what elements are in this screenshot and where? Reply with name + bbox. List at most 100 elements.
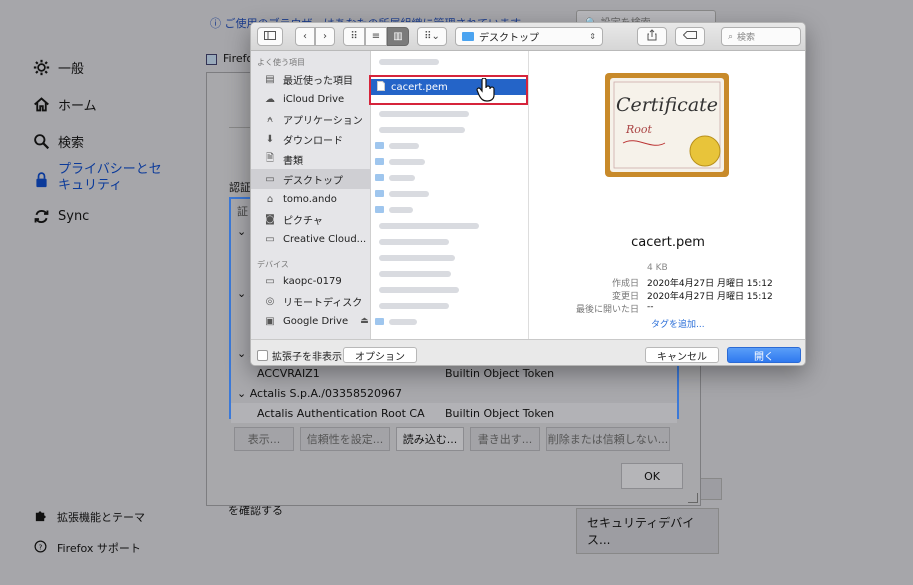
- disc-icon: ◎: [265, 295, 275, 307]
- sidebar-item-documents[interactable]: 🗎 書類: [251, 149, 371, 169]
- document-icon: 🗎: [265, 152, 275, 164]
- section-label: 認証: [229, 181, 251, 194]
- background-button[interactable]: [700, 478, 722, 500]
- blurred-folder-icon: [375, 174, 384, 181]
- import-button[interactable]: 読み込む...: [396, 427, 464, 451]
- tag-button[interactable]: [675, 27, 705, 46]
- nav-addons[interactable]: 拡張機能とテーマ: [34, 509, 145, 525]
- tag-icon: [682, 31, 697, 42]
- add-tags-link[interactable]: タグを追加...: [651, 317, 705, 330]
- nav-privacy[interactable]: プライバシーとセキュリティ: [32, 162, 168, 194]
- blurred-folder-icon: [375, 190, 384, 197]
- home-icon: ⌂: [266, 193, 274, 205]
- chevron-down-icon[interactable]: ⌄: [237, 287, 246, 300]
- sheet-footer: 拡張子を非表示 オプション キャンセル 開く: [251, 339, 805, 365]
- certificate-icon: Certificate Root: [605, 73, 729, 177]
- chevron-right-icon: ›: [323, 31, 327, 42]
- columns-icon: ▥: [393, 31, 403, 42]
- blurred-file[interactable]: [389, 159, 425, 165]
- home-icon: [32, 96, 50, 114]
- blurred-file[interactable]: [379, 127, 465, 133]
- blurred-file[interactable]: [379, 255, 455, 261]
- blurred-file[interactable]: [379, 59, 439, 65]
- sidebar-item-home[interactable]: ⌂ tomo.ando: [251, 189, 371, 209]
- cancel-button[interactable]: キャンセル: [645, 347, 719, 363]
- blurred-folder-icon: [375, 318, 384, 325]
- desktop-icon: ▭: [265, 173, 275, 185]
- blurred-file[interactable]: [389, 191, 429, 197]
- sidebar-item-pictures[interactable]: ◙ ピクチャ: [251, 209, 371, 229]
- open-button[interactable]: 開く: [727, 347, 801, 363]
- chevron-left-icon: ‹: [303, 31, 307, 42]
- tree-cert-row[interactable]: ACCVRAIZ1 Builtin Object Token: [231, 363, 677, 383]
- sidebar-item-creative-cloud[interactable]: ▭ Creative Cloud...: [251, 229, 371, 249]
- nav-sync[interactable]: Sync: [32, 207, 89, 225]
- tree-group-row[interactable]: ⌄ Actalis S.p.A./03358520967: [231, 383, 677, 403]
- chevron-down-icon[interactable]: ⌄: [237, 347, 246, 360]
- eject-icon[interactable]: ⏏: [360, 316, 369, 326]
- sheet-toolbar: ‹ › ⠿ ≡ ▥ ⠿⌄ デスクトップ ⇕ ⌕ 検索: [251, 23, 805, 51]
- blurred-file[interactable]: [379, 287, 459, 293]
- preview-filename: cacert.pem: [631, 235, 705, 250]
- chevron-down-icon[interactable]: ⌄: [237, 225, 246, 238]
- gear-icon: [32, 59, 50, 77]
- group-button[interactable]: ⠿⌄: [417, 27, 447, 46]
- blurred-file[interactable]: [389, 143, 419, 149]
- back-button[interactable]: ‹: [295, 27, 315, 46]
- sidebar-item-downloads[interactable]: ⬇ ダウンロード: [251, 129, 371, 149]
- nav-search[interactable]: 検索: [32, 132, 84, 151]
- hide-extension-checkbox[interactable]: 拡張子を非表示: [257, 348, 342, 363]
- blurred-file[interactable]: [379, 111, 469, 117]
- blurred-file[interactable]: [379, 303, 449, 309]
- sidebar-item-icloud[interactable]: ☁ iCloud Drive: [251, 89, 371, 109]
- export-button[interactable]: 書き出す...: [470, 427, 540, 451]
- blurred-file[interactable]: [379, 271, 451, 277]
- list-view-button[interactable]: ≡: [365, 27, 387, 46]
- list-icon: ≡: [371, 31, 381, 42]
- blurred-file[interactable]: [389, 319, 417, 325]
- finder-sidebar: よく使う項目 ▤ 最近使った項目 ☁ iCloud Drive ⍲ アプリケーション …: [251, 51, 371, 339]
- blurred-file[interactable]: [379, 223, 479, 229]
- svg-text:Root: Root: [625, 123, 653, 136]
- favorites-header: よく使う項目: [257, 58, 305, 67]
- blurred-file[interactable]: [389, 207, 413, 213]
- sidebar-item-recents[interactable]: ▤ 最近使った項目: [251, 69, 371, 89]
- nav-general[interactable]: 一般: [32, 58, 84, 77]
- sidebar-item-computer[interactable]: ▭ kaopc-0179: [251, 271, 371, 291]
- forward-button[interactable]: ›: [315, 27, 335, 46]
- devices-header: デバイス: [257, 260, 289, 269]
- sidebar-item-applications[interactable]: ⍲ アプリケーション: [251, 109, 371, 129]
- sheet-search-input[interactable]: ⌕ 検索: [721, 27, 801, 46]
- sidebar-toggle-button[interactable]: [257, 27, 283, 46]
- blurred-file[interactable]: [379, 239, 449, 245]
- sidebar-item-google-drive[interactable]: ▣ Google Drive ⏏: [251, 311, 371, 331]
- applications-icon: ⍲: [267, 113, 273, 125]
- ok-button[interactable]: OK: [621, 463, 683, 489]
- laptop-icon: ▭: [265, 275, 275, 287]
- icon-view-button[interactable]: ⠿: [343, 27, 365, 46]
- options-button[interactable]: オプション: [343, 347, 417, 363]
- folder-icon: ▭: [265, 233, 275, 245]
- search-icon: [32, 133, 50, 151]
- svg-text:Certificate: Certificate: [616, 94, 718, 116]
- sidebar-item-remote-disc[interactable]: ◎ リモートディスク: [251, 291, 371, 311]
- checkbox-box[interactable]: [257, 350, 268, 361]
- share-button[interactable]: [637, 27, 667, 46]
- blurred-folder-icon: [375, 206, 384, 213]
- blurred-file[interactable]: [389, 175, 415, 181]
- sidebar-item-desktop[interactable]: ▭ デスクトップ: [251, 169, 371, 189]
- security-devices-button[interactable]: セキュリティデバイス...: [576, 508, 719, 554]
- location-popup[interactable]: デスクトップ ⇕: [455, 27, 603, 46]
- checkbox-box[interactable]: [206, 53, 217, 65]
- share-icon: [647, 29, 657, 44]
- column-view-button[interactable]: ▥: [387, 27, 409, 46]
- chevron-down-icon[interactable]: ⌄: [237, 387, 246, 400]
- svg-text:?: ?: [39, 542, 43, 551]
- delete-distrust-button[interactable]: 削除または信頼しない...: [546, 427, 670, 451]
- resize-grip[interactable]: [688, 493, 698, 503]
- view-button[interactable]: 表示...: [234, 427, 294, 451]
- trust-settings-button[interactable]: 信頼性を設定...: [300, 427, 390, 451]
- nav-home[interactable]: ホーム: [32, 95, 97, 114]
- nav-support[interactable]: ? Firefox サポート: [34, 540, 141, 556]
- tree-cert-row[interactable]: Actalis Authentication Root CA Builtin O…: [231, 403, 677, 423]
